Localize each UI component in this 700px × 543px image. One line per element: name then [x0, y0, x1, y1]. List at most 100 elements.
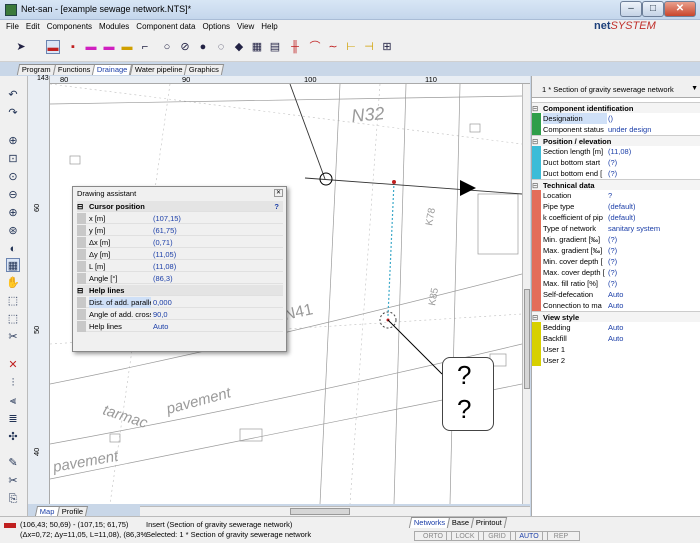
line-tool-icon[interactable]: ⌒ — [308, 40, 322, 54]
pencil-icon[interactable]: ✎ — [6, 456, 20, 470]
cut-object-icon[interactable]: ✂ — [6, 330, 20, 344]
zoom-all-icon[interactable]: ⊛ — [6, 224, 20, 238]
property-row[interactable]: Component status under design — [532, 124, 700, 135]
sewer-connection-tool-icon[interactable]: ▪ — [66, 40, 80, 54]
property-row[interactable]: Duct bottom end [(?) — [532, 168, 700, 179]
hatch-tool-icon[interactable]: ⊞ — [380, 40, 394, 54]
property-row[interactable]: Max. fill ratio [%] (?) — [532, 278, 700, 289]
select-area-icon[interactable]: ⬚ — [6, 294, 20, 308]
structure-tool-icon[interactable]: ▤ — [268, 40, 282, 54]
tab-printout[interactable]: Printout — [471, 517, 508, 528]
property-row[interactable]: Location? — [532, 190, 700, 201]
tab-networks[interactable]: Networks — [408, 517, 451, 528]
property-row[interactable]: Section length [m] (11,08) — [532, 146, 700, 157]
menu-component-data[interactable]: Component data — [136, 22, 195, 31]
toggle-rep[interactable]: REP — [542, 531, 580, 541]
building-tool-icon[interactable]: ▦ — [250, 40, 264, 54]
pump-tool-icon[interactable]: ◆ — [232, 40, 246, 54]
delete-icon[interactable]: ✕ — [6, 358, 20, 372]
node-tool-icon[interactable]: ● — [196, 40, 210, 54]
property-row[interactable]: Max. cover depth [(?) — [532, 267, 700, 278]
zoom-in-icon[interactable]: ⊕ — [6, 206, 20, 220]
cursor-position-section[interactable]: ⊟ Cursor position ? — [77, 201, 283, 212]
pan-hand-icon[interactable]: ✋ — [6, 276, 20, 290]
property-row[interactable]: Pipe type (default) — [532, 201, 700, 212]
property-row[interactable]: Bedding Auto — [532, 322, 700, 333]
manhole-connect-tool-icon[interactable]: ⊘ — [178, 40, 192, 54]
property-row[interactable]: Connection to ma Auto — [532, 300, 700, 311]
property-row[interactable]: k coefficient of pip (default) — [532, 212, 700, 223]
maximize-button[interactable]: □ — [642, 1, 664, 17]
parallel-distance-field[interactable]: Dist. of add. parallel 0,000 — [77, 297, 283, 308]
assistant-help-icon[interactable]: ? — [274, 201, 279, 212]
tab-drainage[interactable]: Drainage — [92, 64, 133, 75]
help-lines-section[interactable]: ⊟ Help lines — [77, 285, 283, 296]
selected-component-selector[interactable]: 1 * Section of gravity sewerage network — [542, 85, 674, 94]
horizontal-scroll-thumb[interactable] — [290, 508, 350, 515]
scissors-icon[interactable]: ✂ — [6, 474, 20, 488]
menu-edit[interactable]: Edit — [26, 22, 40, 31]
assistant-close-icon[interactable]: ✕ — [274, 189, 283, 197]
menu-options[interactable]: Options — [202, 22, 230, 31]
undo-icon[interactable]: ↶ — [6, 88, 20, 102]
horizontal-scrollbar[interactable] — [140, 506, 530, 516]
pointer-icon[interactable]: ➤ — [14, 40, 28, 54]
property-row[interactable]: Backfill Auto — [532, 333, 700, 344]
vertical-scrollbar[interactable] — [522, 84, 530, 504]
valve-tool-icon[interactable]: ╫ — [288, 40, 302, 54]
split-icon[interactable]: ⫶ — [6, 376, 20, 390]
property-section[interactable]: ⊟ Component identification — [532, 102, 700, 113]
channel-tool-icon[interactable]: ⌐ — [138, 40, 152, 54]
tab-profile[interactable]: Profile — [56, 506, 88, 516]
measure-tool-icon[interactable]: ⊣ — [362, 40, 376, 54]
close-button[interactable]: ✕ — [664, 1, 696, 17]
menu-help[interactable]: Help — [261, 22, 277, 31]
gully-tool-icon[interactable]: ◌ — [214, 40, 228, 54]
redo-icon[interactable]: ↷ — [6, 106, 20, 120]
property-row[interactable]: Min. gradient [‰] (?) — [532, 234, 700, 245]
drawing-assistant-window[interactable]: Drawing assistant ✕ ⊟ Cursor position ? … — [72, 186, 287, 352]
property-row[interactable]: Min. cover depth [(?) — [532, 256, 700, 267]
tab-functions[interactable]: Functions — [52, 64, 96, 75]
edit-list-icon[interactable]: ≣ — [6, 412, 20, 426]
copy-icon[interactable]: ⎘ — [6, 492, 20, 506]
polyline-tool-icon[interactable]: ∼ — [326, 40, 340, 54]
menu-view[interactable]: View — [237, 22, 254, 31]
zoom-window-icon[interactable]: ⊡ — [6, 152, 20, 166]
tab-water-pipeline[interactable]: Water pipeline — [129, 64, 188, 75]
drain-tool-icon[interactable]: ▬ — [120, 40, 134, 54]
manhole-tool-icon[interactable]: ○ — [160, 40, 174, 54]
select-query-icon[interactable]: ⬚ — [6, 312, 20, 326]
pressure-pipe-tool-icon[interactable]: ▬ — [84, 40, 98, 54]
property-row[interactable]: Duct bottom start (?) — [532, 157, 700, 168]
help-lines-field[interactable]: Help lines Auto — [77, 321, 283, 332]
tab-graphics[interactable]: Graphics — [184, 64, 225, 75]
chevron-down-icon[interactable]: ▼ — [691, 85, 698, 92]
merge-icon[interactable]: ⫷ — [6, 394, 20, 408]
vertical-scroll-thumb[interactable] — [524, 289, 530, 389]
tab-program[interactable]: Program — [16, 64, 56, 75]
cross-angle-field[interactable]: Angle of add. cross 90,0 — [77, 309, 283, 320]
dimension-tool-icon[interactable]: ⊢ — [344, 40, 358, 54]
zoom-previous-icon[interactable]: ⊙ — [6, 170, 20, 184]
drawing-assistant-icon[interactable]: ▦ — [6, 258, 20, 272]
zoom-out-icon[interactable]: ⊖ — [6, 188, 20, 202]
sewer-section-tool-icon[interactable]: ▬ — [46, 40, 60, 54]
property-row[interactable]: Self-defecation Auto — [532, 289, 700, 300]
property-section[interactable]: ⊟ Technical data — [532, 179, 700, 190]
move-icon[interactable]: ✣ — [6, 430, 20, 444]
house-connection-tool-icon[interactable]: ▬ — [102, 40, 116, 54]
property-row[interactable]: Max. gradient [‰] (?) — [532, 245, 700, 256]
menu-file[interactable]: File — [6, 22, 19, 31]
menu-components[interactable]: Components — [47, 22, 92, 31]
property-row[interactable]: Type of network sanitary system — [532, 223, 700, 234]
minimize-button[interactable]: – — [620, 1, 642, 17]
property-row[interactable]: User 1 — [532, 344, 700, 355]
property-section[interactable]: ⊟ Position / elevation — [532, 135, 700, 146]
property-section[interactable]: ⊟ View style — [532, 311, 700, 322]
property-row[interactable]: User 2 — [532, 355, 700, 366]
property-row[interactable]: Designation() — [532, 113, 700, 124]
dim-view-icon[interactable]: ◐ — [6, 242, 20, 256]
menu-modules[interactable]: Modules — [99, 22, 129, 31]
tab-map[interactable]: Map — [34, 506, 60, 516]
